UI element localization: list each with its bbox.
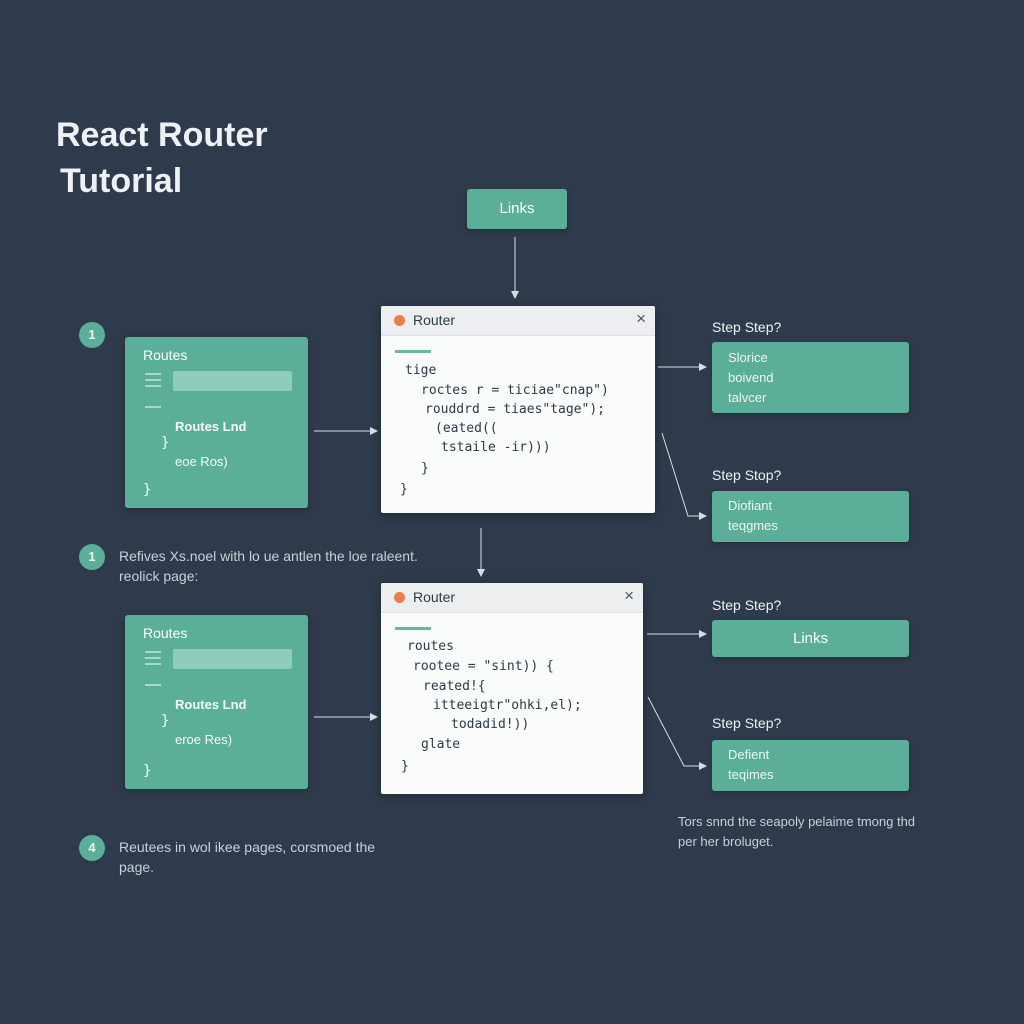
arrow-icon [647,696,707,770]
arrow-icon [661,432,707,520]
connector-arrows [314,237,707,770]
